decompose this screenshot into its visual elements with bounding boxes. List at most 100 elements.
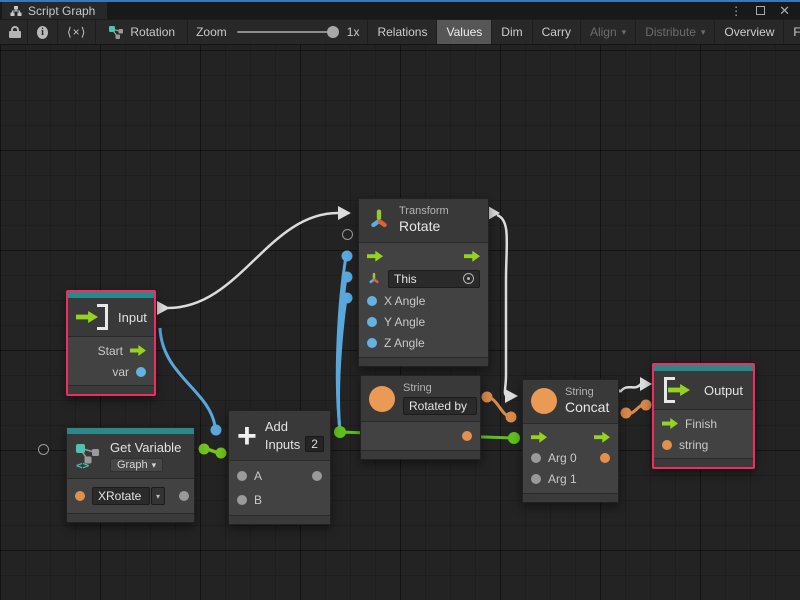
- node-footer: [67, 513, 194, 522]
- info-button[interactable]: i: [28, 20, 58, 44]
- value-in-port[interactable]: [367, 338, 377, 348]
- port-row-z-angle: Z Angle: [359, 333, 488, 354]
- node-transform-rotate[interactable]: Transform Rotate This: [358, 198, 489, 367]
- node-string-concat[interactable]: String Concat Arg 0 Arg 1: [522, 379, 619, 503]
- value-in-port[interactable]: [237, 471, 247, 481]
- port-label: Arg 0: [548, 451, 577, 465]
- value-out-port[interactable]: [179, 491, 189, 501]
- value-in-port[interactable]: [367, 317, 377, 327]
- value-in-port[interactable]: [367, 296, 377, 306]
- wire-arrowhead: [338, 206, 351, 220]
- object-picker-icon[interactable]: [463, 273, 474, 284]
- wire-start-to-rotate[interactable]: [168, 213, 338, 308]
- string-type-icon: [531, 388, 557, 414]
- node-string-literal[interactable]: String Rotated by: [360, 375, 481, 460]
- inputs-count-stepper[interactable]: 2: [305, 436, 324, 452]
- lock-button[interactable]: [0, 20, 28, 44]
- wire-endpoint: [211, 425, 222, 436]
- wire-endpoint: [482, 392, 493, 403]
- graph-canvas[interactable]: Input Start var <> Get Va: [0, 45, 800, 600]
- flow-out-port[interactable]: [464, 251, 480, 262]
- variable-icon: <>: [75, 443, 102, 470]
- flow-in-port[interactable]: [531, 432, 547, 443]
- output-event-icon: [662, 377, 696, 403]
- align-label: Align: [590, 25, 617, 39]
- port-label: Start: [98, 344, 123, 358]
- scope-label: Graph: [117, 459, 148, 471]
- value-out-port[interactable]: [312, 471, 322, 481]
- values-button[interactable]: Values: [437, 20, 492, 44]
- relations-button[interactable]: Relations: [368, 20, 437, 44]
- flow-out-port[interactable]: [130, 345, 146, 356]
- this-value: This: [394, 272, 417, 286]
- overview-button[interactable]: Overview: [715, 20, 784, 44]
- node-subtitle: Transform: [399, 205, 449, 218]
- value-out-port[interactable]: [600, 453, 610, 463]
- value-out-port[interactable]: [136, 367, 146, 377]
- wire-getvar-to-add-b[interactable]: [204, 449, 221, 453]
- maximize-icon[interactable]: [756, 6, 765, 15]
- node-header[interactable]: Output: [654, 371, 753, 410]
- value-in-port[interactable]: [531, 453, 541, 463]
- distribute-button[interactable]: Distribute ▾: [636, 20, 715, 44]
- wire-concat-to-output-string[interactable]: [626, 405, 646, 414]
- zoom-slider-knob[interactable]: [327, 26, 339, 38]
- flow-in-port[interactable]: [662, 418, 678, 429]
- port-row-this: This: [359, 267, 488, 291]
- wire-rotate-to-concat[interactable]: [497, 215, 507, 396]
- chevron-down-icon: ▾: [701, 27, 706, 38]
- value-in-port[interactable]: [662, 440, 672, 450]
- fullscreen-button[interactable]: Full Screen: [784, 20, 800, 44]
- node-get-variable[interactable]: <> Get Variable Graph ▾ XRotate ▾: [66, 427, 195, 523]
- zoom-label: Zoom: [196, 25, 227, 39]
- align-button[interactable]: Align ▾: [581, 20, 636, 44]
- variable-name-value: XRotate: [92, 487, 150, 505]
- flow-out-port[interactable]: [594, 432, 610, 443]
- relations-label: Relations: [377, 25, 427, 39]
- node-header[interactable]: Transform Rotate: [359, 199, 488, 243]
- this-object-field[interactable]: This: [388, 270, 480, 288]
- port-label: Z Angle: [384, 336, 425, 350]
- wire-string-to-concat-arg0[interactable]: [487, 397, 511, 417]
- value-in-port[interactable]: [237, 495, 247, 505]
- port-row-variable: XRotate ▾: [67, 482, 194, 510]
- menu-kebab-icon[interactable]: ⋮: [730, 5, 742, 17]
- port-label: var: [112, 365, 129, 379]
- variable-scope-dropdown[interactable]: Graph ▾: [110, 458, 163, 472]
- node-output-event[interactable]: Output Finish string: [652, 363, 755, 469]
- zoom-value: 1x: [347, 25, 360, 39]
- node-title: Output: [704, 383, 743, 398]
- node-input-event[interactable]: Input Start var: [66, 290, 156, 396]
- close-icon[interactable]: ✕: [779, 4, 790, 17]
- node-footer: [68, 385, 154, 394]
- wire-endpoint: [342, 272, 353, 283]
- zoom-slider[interactable]: [237, 31, 337, 33]
- node-header[interactable]: String Concat: [523, 380, 618, 424]
- tab-script-graph[interactable]: Script Graph: [2, 2, 107, 19]
- edit-graph-button[interactable]: ⟨×⟩: [58, 20, 96, 44]
- port-label: string: [679, 438, 708, 452]
- dim-button[interactable]: Dim: [492, 20, 532, 44]
- chevron-down-icon: ▾: [152, 460, 157, 471]
- string-value-field[interactable]: Rotated by: [403, 397, 477, 415]
- flow-in-port[interactable]: [367, 251, 383, 262]
- value-in-port[interactable]: [531, 474, 541, 484]
- brackets-icon: ⟨×⟩: [67, 25, 86, 39]
- wire-add-to-yangle[interactable]: [338, 277, 346, 431]
- value-in-port[interactable]: [75, 491, 85, 501]
- transform-gizmo-icon: [367, 272, 381, 286]
- node-title: Get Variable: [110, 440, 181, 455]
- node-header[interactable]: Input: [68, 298, 154, 337]
- node-add[interactable]: + Add Inputs 2 A B: [228, 410, 331, 525]
- node-header[interactable]: + Add Inputs 2: [229, 411, 330, 461]
- variable-name-dropdown[interactable]: XRotate ▾: [92, 487, 165, 505]
- carry-button[interactable]: Carry: [533, 20, 581, 44]
- node-header[interactable]: String Rotated by: [361, 376, 480, 422]
- wire-add-to-zangle[interactable]: [339, 298, 346, 431]
- wire-var-to-add-a[interactable]: [160, 328, 215, 426]
- node-header[interactable]: <> Get Variable Graph ▾: [67, 434, 194, 479]
- wire-concat-to-output[interactable]: [620, 384, 641, 392]
- wire-add-to-xangle[interactable]: [337, 256, 346, 431]
- wire-arrowhead: [157, 301, 170, 315]
- value-out-port[interactable]: [462, 431, 472, 441]
